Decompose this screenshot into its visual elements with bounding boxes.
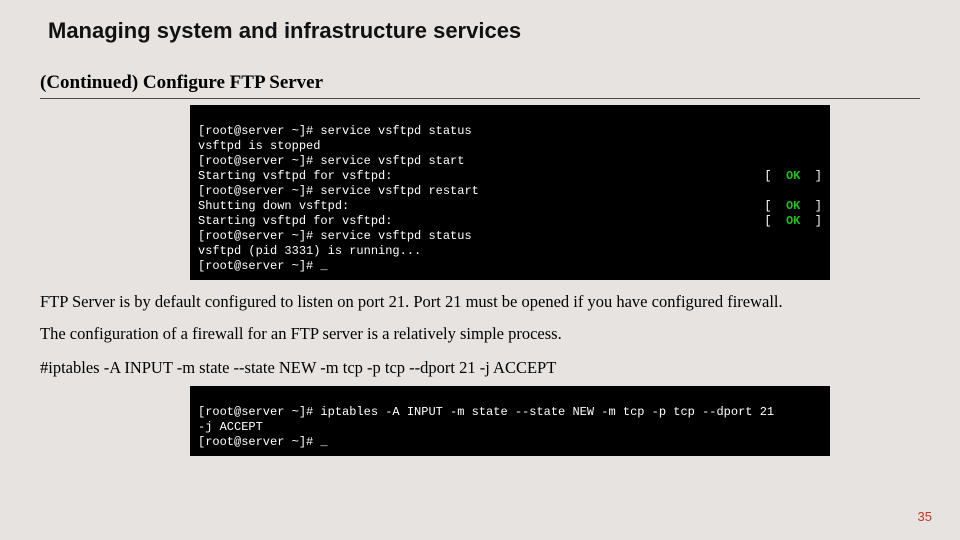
term-status: [ OK ] (764, 199, 822, 214)
status-ok: OK (786, 214, 800, 228)
term-status: [ OK ] (764, 169, 822, 184)
bracket: ] (800, 199, 822, 213)
term-text: Shutting down vsftpd: (198, 199, 349, 214)
body-paragraph-1: FTP Server is by default configured to l… (40, 290, 920, 314)
term-line: [root@server ~]# service vsftpd restart (198, 184, 479, 198)
bracket: ] (800, 214, 822, 228)
term-status: [ OK ] (764, 214, 822, 229)
term-line: -j ACCEPT (198, 420, 263, 434)
page-number: 35 (918, 509, 932, 524)
body-paragraph-2: The configuration of a firewall for an F… (40, 322, 920, 346)
term-line: vsftpd is stopped (198, 139, 320, 153)
term-line: [root@server ~]# service vsftpd status (198, 124, 472, 138)
term-line: [root@server ~]# service vsftpd start (198, 154, 464, 168)
iptables-command: #iptables -A INPUT -m state --state NEW … (40, 358, 920, 378)
term-line-status: Starting vsftpd for vsftpd: [ OK ] (198, 214, 822, 229)
status-ok: OK (786, 169, 800, 183)
term-line: [root@server ~]# service vsftpd status (198, 229, 472, 243)
term-line-status: Starting vsftpd for vsftpd: [ OK ] (198, 169, 822, 184)
section-subtitle: (Continued) Configure FTP Server (40, 72, 920, 99)
page-title: Managing system and infrastructure servi… (48, 18, 920, 44)
bracket: ] (800, 169, 822, 183)
slide: Managing system and infrastructure servi… (0, 0, 960, 540)
term-text: Starting vsftpd for vsftpd: (198, 169, 392, 184)
term-line: vsftpd (pid 3331) is running... (198, 244, 421, 258)
term-line: [root@server ~]# _ (198, 435, 328, 449)
bracket: [ (764, 169, 786, 183)
status-ok: OK (786, 199, 800, 213)
terminal-output-2: [root@server ~]# iptables -A INPUT -m st… (190, 386, 830, 456)
term-text: Starting vsftpd for vsftpd: (198, 214, 392, 229)
bracket: [ (764, 214, 786, 228)
term-line: [root@server ~]# iptables -A INPUT -m st… (198, 405, 774, 419)
terminal-output-1: [root@server ~]# service vsftpd status v… (190, 105, 830, 280)
term-line: [root@server ~]# _ (198, 259, 328, 273)
bracket: [ (764, 199, 786, 213)
term-line-status: Shutting down vsftpd: [ OK ] (198, 199, 822, 214)
